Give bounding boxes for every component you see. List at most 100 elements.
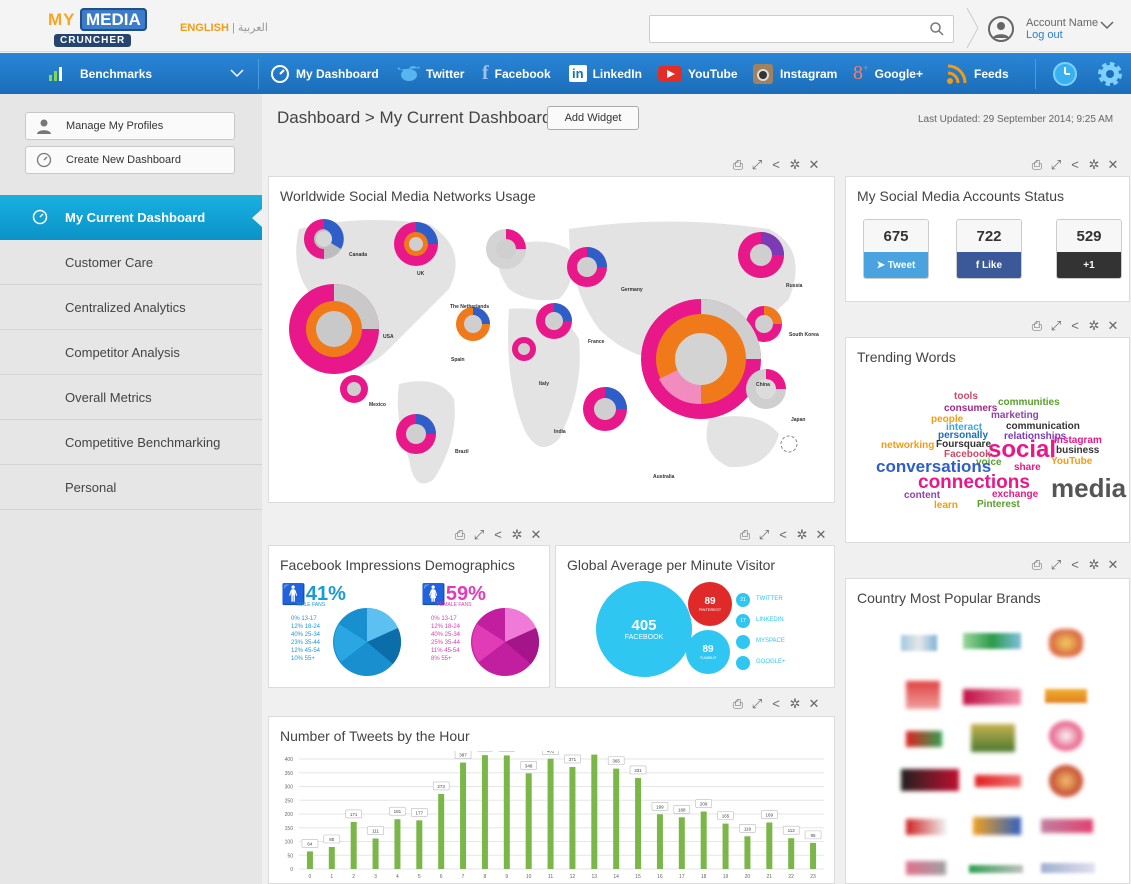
pinterest-visitor-label: PINTEREST	[698, 607, 722, 612]
country-label: UK	[417, 271, 425, 277]
brand-logo[interactable]	[901, 635, 937, 651]
nav-youtube[interactable]: YouTube	[658, 53, 738, 94]
nav-benchmarks[interactable]: Benchmarks	[48, 53, 152, 94]
share-icon[interactable]: <	[769, 158, 783, 172]
search-input[interactable]	[649, 15, 954, 43]
x-tick-label: 2	[352, 874, 355, 880]
sidebar-item-my-current-dashboard[interactable]: My Current Dashboard	[0, 195, 262, 240]
settings-icon[interactable]: ✲	[1087, 158, 1101, 172]
sidebar-item-personal[interactable]: Personal	[0, 465, 262, 510]
close-icon[interactable]: ✕	[807, 697, 821, 711]
nav-google-plus[interactable]: 8+ Google+	[853, 53, 923, 94]
brand-logo[interactable]	[1049, 721, 1083, 751]
print-icon[interactable]: ⎙	[731, 158, 745, 172]
expand-icon[interactable]: ⤢	[1049, 158, 1063, 172]
chevron-down-icon[interactable]	[1100, 20, 1114, 30]
close-icon[interactable]: ✕	[814, 528, 828, 542]
print-icon[interactable]: ⎙	[1030, 558, 1044, 572]
print-icon[interactable]: ⎙	[738, 528, 752, 542]
brand-logo[interactable]	[969, 865, 1023, 873]
brand-logo[interactable]	[901, 769, 959, 791]
nav-label: My Dashboard	[296, 66, 379, 81]
x-tick-label: 8	[484, 874, 487, 880]
settings-icon[interactable]: ✲	[788, 158, 802, 172]
x-tick-label: 13	[592, 874, 598, 880]
brand-logo[interactable]	[971, 724, 1015, 752]
close-icon[interactable]: ✕	[1106, 319, 1120, 333]
benchmarks-chevron-down-icon[interactable]	[230, 68, 244, 78]
brand-logo[interactable]	[906, 681, 940, 709]
clock-icon[interactable]	[1052, 61, 1078, 87]
share-icon[interactable]: <	[1068, 319, 1082, 333]
expand-icon[interactable]: ⤢	[472, 528, 486, 542]
print-icon[interactable]: ⎙	[1030, 319, 1044, 333]
brand-logo[interactable]	[975, 775, 1021, 787]
share-icon[interactable]: <	[769, 697, 783, 711]
settings-icon[interactable]: ✲	[510, 528, 524, 542]
account-name[interactable]: Account Name	[1026, 17, 1098, 29]
nav-linkedin[interactable]: in LinkedIn	[569, 53, 642, 94]
print-icon[interactable]: ⎙	[453, 528, 467, 542]
settings-icon[interactable]: ✲	[788, 697, 802, 711]
close-icon[interactable]: ✕	[1106, 558, 1120, 572]
sidebar-item-customer-care[interactable]: Customer Care	[0, 240, 262, 285]
sidebar-item-overall-metrics[interactable]: Overall Metrics	[0, 375, 262, 420]
brand-logo[interactable]	[1041, 863, 1095, 873]
brand-logo[interactable]	[1049, 629, 1083, 657]
brand-logo[interactable]	[1041, 819, 1093, 833]
brand-logo[interactable]	[973, 817, 1021, 835]
y-tick-label: 300	[285, 785, 294, 791]
settings-icon[interactable]: ✲	[795, 528, 809, 542]
brand-logo[interactable]	[963, 689, 1021, 705]
avatar[interactable]	[988, 16, 1014, 42]
twitter-status-card[interactable]: 675 ➤ Tweet	[863, 219, 929, 279]
x-tick-label: 1	[330, 874, 333, 880]
nav-feeds[interactable]: Feeds	[946, 53, 1009, 94]
print-icon[interactable]: ⎙	[731, 697, 745, 711]
brand-logo[interactable]	[963, 633, 1021, 649]
settings-icon[interactable]: ✲	[1087, 319, 1101, 333]
print-icon[interactable]: ⎙	[1030, 158, 1044, 172]
nav-facebook[interactable]: f Facebook	[482, 53, 551, 94]
country-label: Brazil	[455, 449, 469, 455]
logo[interactable]: MY MEDIA CRUNCHER	[48, 8, 152, 47]
nav-twitter[interactable]: Twitter	[398, 53, 464, 94]
dashboard-gauge-icon	[271, 64, 289, 83]
expand-icon[interactable]: ⤢	[1049, 319, 1063, 333]
brand-logo[interactable]	[906, 861, 946, 875]
facebook-status-card[interactable]: 722 f Like	[956, 219, 1022, 279]
expand-icon[interactable]: ⤢	[757, 528, 771, 542]
nav-instagram[interactable]: Instagram	[752, 53, 837, 94]
gear-icon[interactable]	[1096, 60, 1124, 88]
brand-logo[interactable]	[906, 731, 942, 747]
lang-english[interactable]: ENGLISH	[180, 22, 229, 34]
nav-my-dashboard[interactable]: My Dashboard	[270, 53, 379, 94]
sidebar-item-competitor-analysis[interactable]: Competitor Analysis	[0, 330, 262, 375]
share-icon[interactable]: <	[776, 528, 790, 542]
brand-logo[interactable]	[906, 819, 946, 835]
close-icon[interactable]: ✕	[529, 528, 543, 542]
close-icon[interactable]: ✕	[1106, 158, 1120, 172]
brand-logo[interactable]	[1045, 689, 1087, 703]
close-icon[interactable]: ✕	[807, 158, 821, 172]
share-icon[interactable]: <	[1068, 158, 1082, 172]
brand-logo[interactable]	[1049, 765, 1083, 797]
share-icon[interactable]: <	[491, 528, 505, 542]
expand-icon[interactable]: ⤢	[1049, 558, 1063, 572]
expand-icon[interactable]: ⤢	[750, 697, 764, 711]
sidebar-item-competitive-benchmarking[interactable]: Competitive Benchmarking	[0, 420, 262, 465]
country-label: France	[588, 339, 605, 345]
settings-icon[interactable]: ✲	[1087, 558, 1101, 572]
share-icon[interactable]: <	[1068, 558, 1082, 572]
sidebar-item-centralized-analytics[interactable]: Centralized Analytics	[0, 285, 262, 330]
lang-arabic[interactable]: العربية	[238, 22, 268, 34]
add-widget-button[interactable]: Add Widget	[547, 106, 639, 130]
expand-icon[interactable]: ⤢	[750, 158, 764, 172]
create-dashboard-button[interactable]: Create New Dashboard	[25, 146, 235, 174]
manage-profiles-button[interactable]: Manage My Profiles	[25, 112, 235, 140]
logout-link[interactable]: Log out	[1026, 29, 1098, 41]
widget-title: Global Average per Minute Visitor	[567, 557, 776, 573]
google-plus-status-card[interactable]: 529 +1	[1056, 219, 1122, 279]
search-icon[interactable]	[929, 21, 945, 37]
logo-media: MEDIA	[79, 8, 147, 31]
